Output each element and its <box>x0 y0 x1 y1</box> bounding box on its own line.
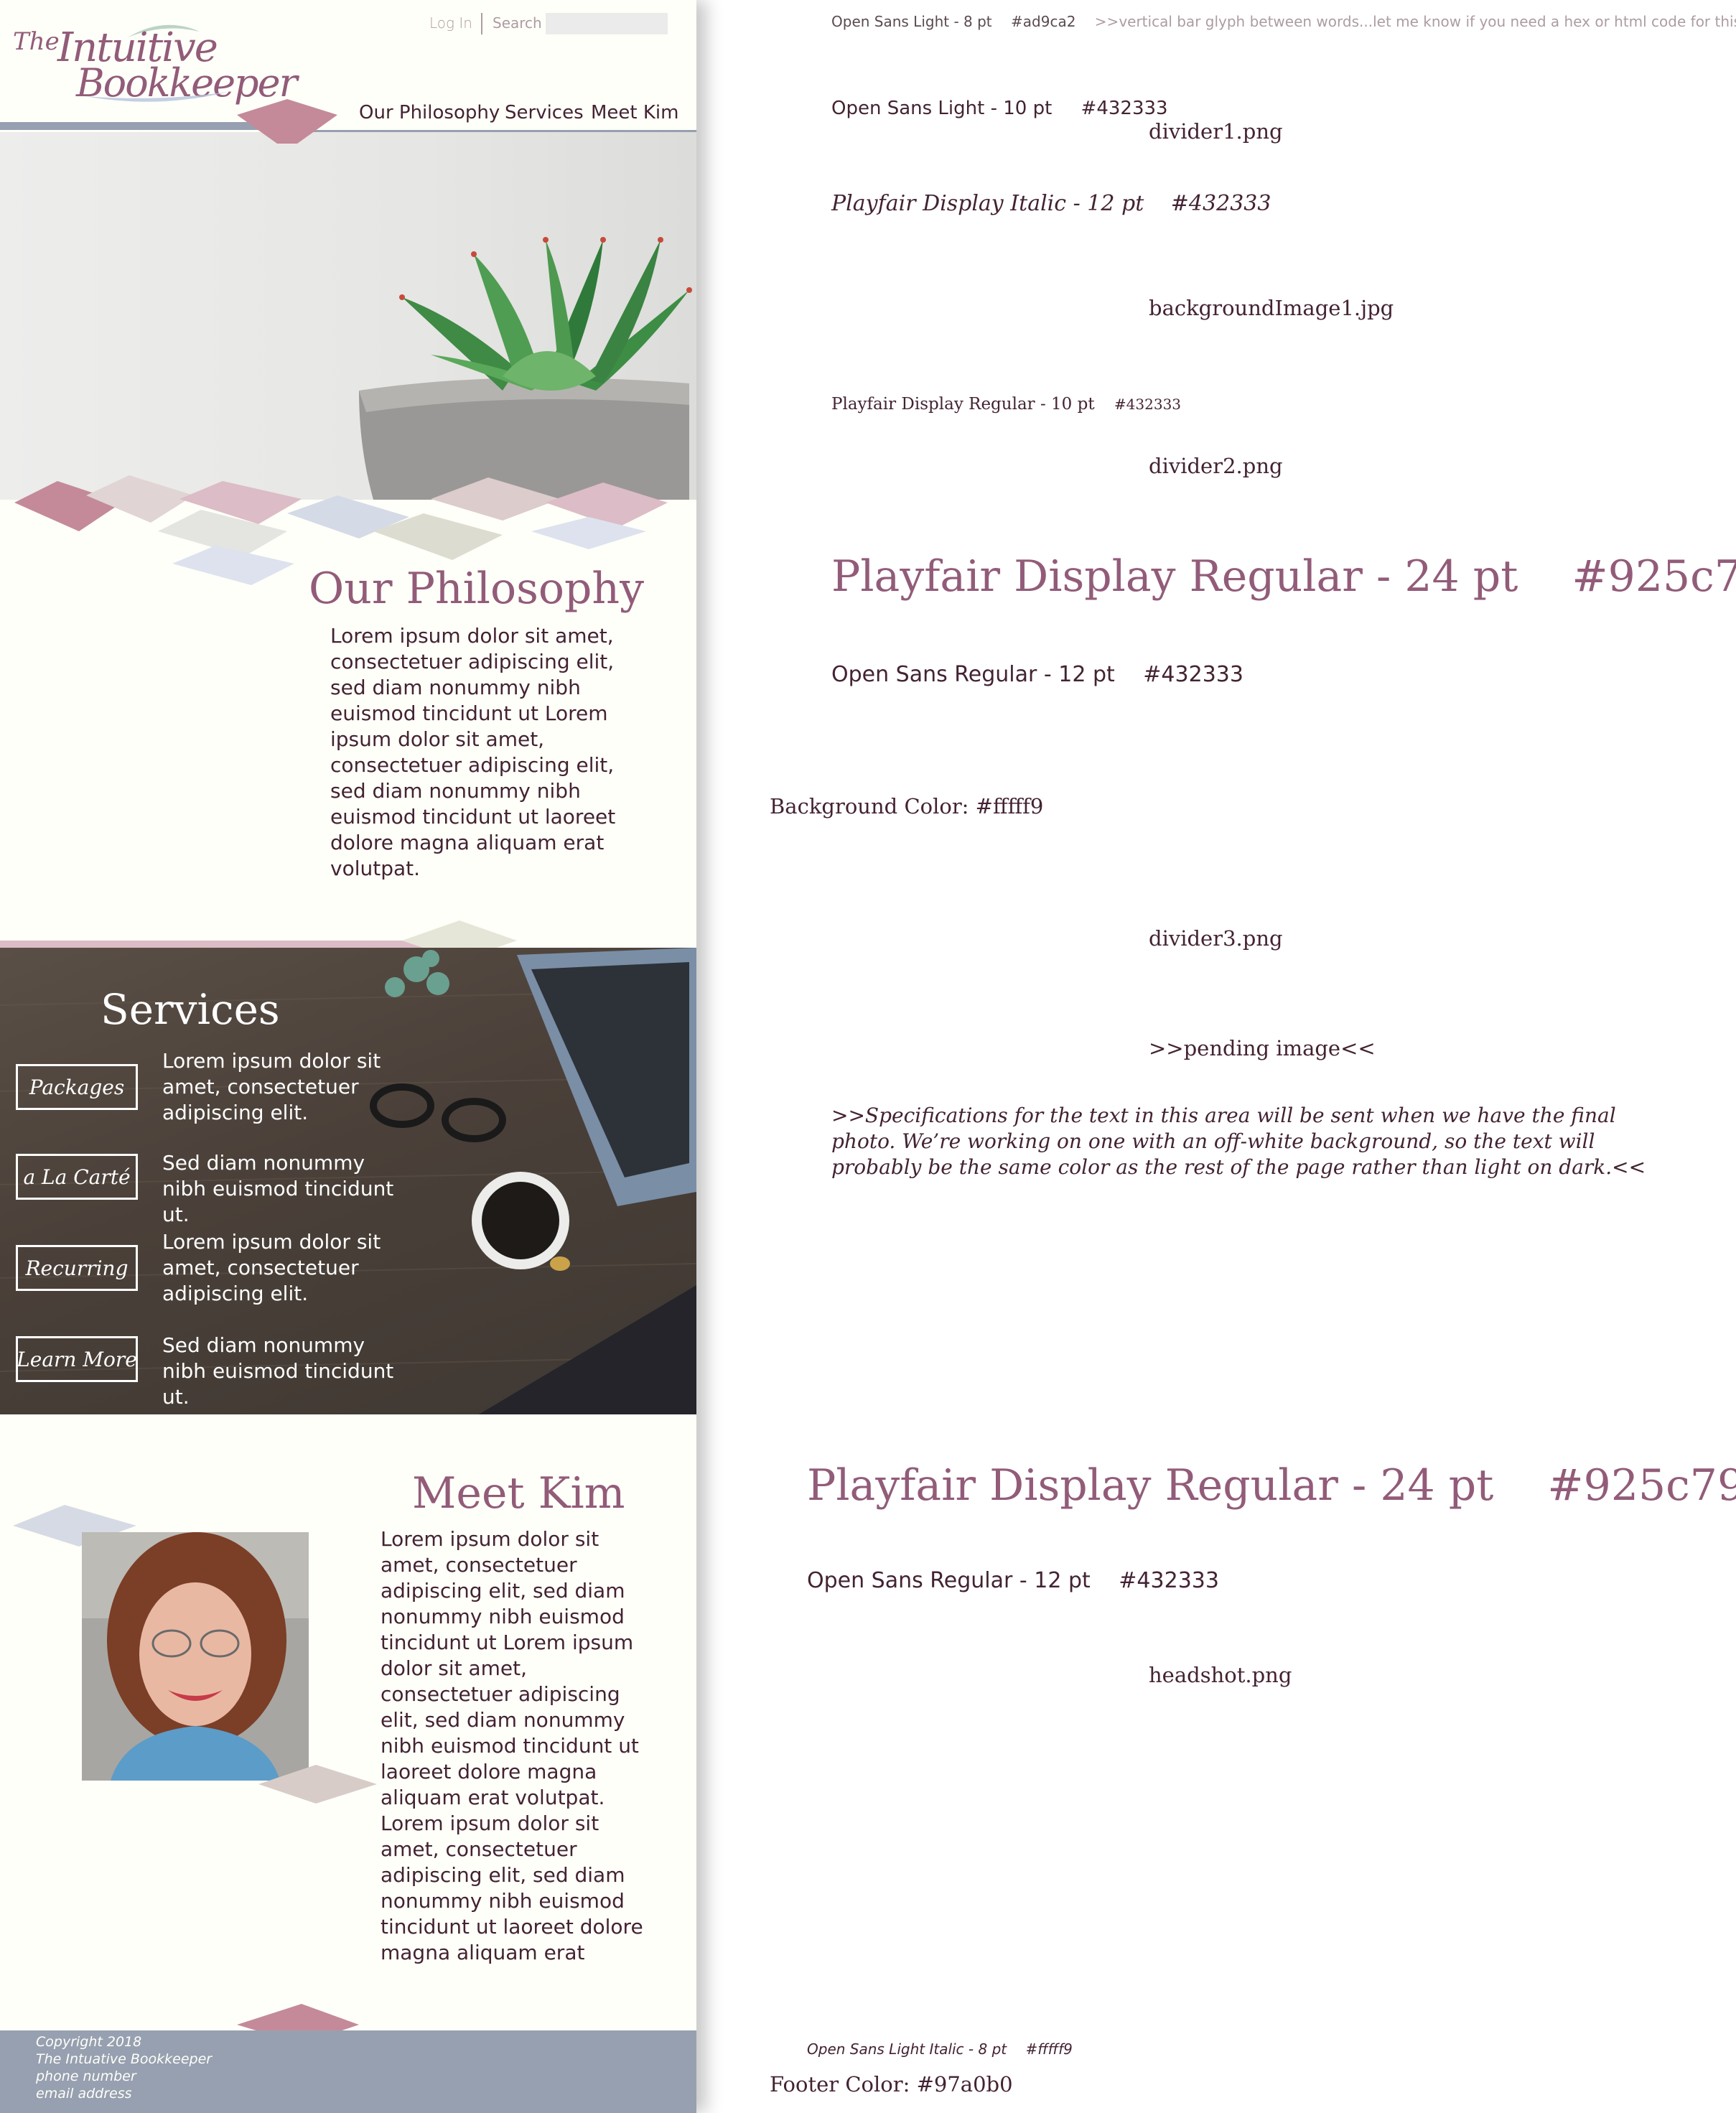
succulent-plant-image <box>359 237 692 500</box>
learn-more-description: Sed diam nonummy nibh euismod tincidunt … <box>162 1333 394 1409</box>
spec-heading: Playfair Display Regular - 24 pt #925c79 <box>831 551 1736 602</box>
logo-the: The <box>13 27 60 56</box>
services-heading: Services <box>101 985 280 1034</box>
spec-kim-body-color: #432333 <box>1119 1568 1219 1593</box>
spec-kim-body: Open Sans Regular - 12 pt #432333 <box>807 1568 1219 1593</box>
a-la-carte-button[interactable]: a La Carté <box>16 1154 138 1200</box>
recurring-button[interactable]: Recurring <box>16 1245 138 1291</box>
spec-heading-color: #925c79 <box>1572 551 1736 602</box>
spec-body: Open Sans Regular - 12 pt #432333 <box>831 662 1243 687</box>
spec-body-color: #432333 <box>1143 662 1243 687</box>
spec-utility-note: >>vertical bar glyph between words...let… <box>1094 13 1736 30</box>
footer-copyright: Copyright 2018 <box>36 2034 142 2050</box>
spec-quote: Playfair Display Italic - 12 pt #432333 <box>831 191 1271 216</box>
meet-kim-body: Lorem ipsum dolor sit amet, consectetuer… <box>381 1527 643 1964</box>
spec-background-color: Background Color: #fffff9 <box>770 794 1044 818</box>
packages-button[interactable]: Packages <box>16 1064 138 1110</box>
spec-quote-color: #432333 <box>1170 191 1271 216</box>
a-la-carte-description: Sed diam nonummy nibh euismod tincidunt … <box>162 1151 394 1226</box>
spec-kim-heading-font: Playfair Display Regular - 24 pt <box>807 1460 1494 1511</box>
spec-footer-font: Open Sans Light Italic - 8 pt #fffff9 <box>807 2040 1073 2058</box>
spec-nav: Open Sans Light - 10 pt #432333 <box>831 98 1168 119</box>
spec-kim-heading: Playfair Display Regular - 24 pt #925c79 <box>807 1460 1736 1511</box>
header-diamond-divider <box>237 99 337 144</box>
spec-footer-font-name: Open Sans Light Italic - 8 pt <box>807 2040 1007 2058</box>
spec-divider3: divider3.png <box>1149 926 1283 951</box>
spec-divider1: divider1.png <box>1149 119 1283 144</box>
spec-attr-color: #432333 <box>1114 396 1182 413</box>
spec-footer-font-color: #fffff9 <box>1025 2040 1073 2058</box>
footer-text: Copyright 2018 The Intuative Bookkeeper … <box>36 2033 212 2102</box>
philosophy-heading: Our Philosophy <box>309 564 644 614</box>
spec-footer-color: Footer Color: #97a0b0 <box>770 2072 1013 2096</box>
login-link[interactable]: Log In <box>429 14 472 32</box>
headshot-diamond-bottom <box>258 1765 377 1804</box>
packages-description: Lorem ipsum dolor sit amet, consectetuer… <box>162 1049 381 1124</box>
headshot-image <box>82 1532 309 1781</box>
spec-utility: Open Sans Light - 8 pt #ad9ca2 >>vertica… <box>831 13 1736 30</box>
spec-quote-font: Playfair Display Italic - 12 pt <box>831 191 1144 216</box>
footer-phone: phone number <box>36 2068 136 2084</box>
footer-email: email address <box>36 2086 132 2102</box>
utility-divider <box>481 13 482 34</box>
spec-pending-image: >>pending image<< <box>1149 1036 1376 1060</box>
spec-kim-body-font: Open Sans Regular - 12 pt <box>807 1568 1091 1593</box>
spec-utility-color: #ad9ca2 <box>1011 13 1076 30</box>
learn-more-button[interactable]: Learn More <box>16 1336 138 1382</box>
spec-heading-font: Playfair Display Regular - 24 pt <box>831 551 1518 602</box>
search-label: Search <box>493 14 542 32</box>
spec-attribution: Playfair Display Regular - 10 pt #432333 <box>831 395 1181 414</box>
spec-background-image: backgroundImage1.jpg <box>1149 296 1394 320</box>
spec-divider2: divider2.png <box>1149 454 1283 478</box>
philosophy-body: Lorem ipsum dolor sit amet, consectetuer… <box>330 624 616 880</box>
spec-nav-font: Open Sans Light - 10 pt <box>831 98 1053 119</box>
hero-banner <box>0 132 696 500</box>
spec-services-note: >>Specifications for the text in this ar… <box>831 1104 1646 1179</box>
search-input[interactable] <box>546 13 668 34</box>
spec-attr-font: Playfair Display Regular - 10 pt <box>831 395 1095 414</box>
spec-utility-font: Open Sans Light - 8 pt <box>831 13 992 30</box>
footer-company: The Intuative Bookkeeper <box>36 2051 213 2067</box>
spec-kim-heading-color: #925c79 <box>1547 1460 1736 1511</box>
meet-kim-heading: Meet Kim <box>412 1468 625 1519</box>
spec-body-font: Open Sans Regular - 12 pt <box>831 662 1115 687</box>
recurring-description: Lorem ipsum dolor sit amet, consectetuer… <box>162 1230 381 1305</box>
spec-nav-color: #432333 <box>1081 98 1168 119</box>
spec-headshot: headshot.png <box>1149 1663 1292 1687</box>
mockup-page: The Intuitive Bookkeeper Log In Search O… <box>0 0 696 2113</box>
